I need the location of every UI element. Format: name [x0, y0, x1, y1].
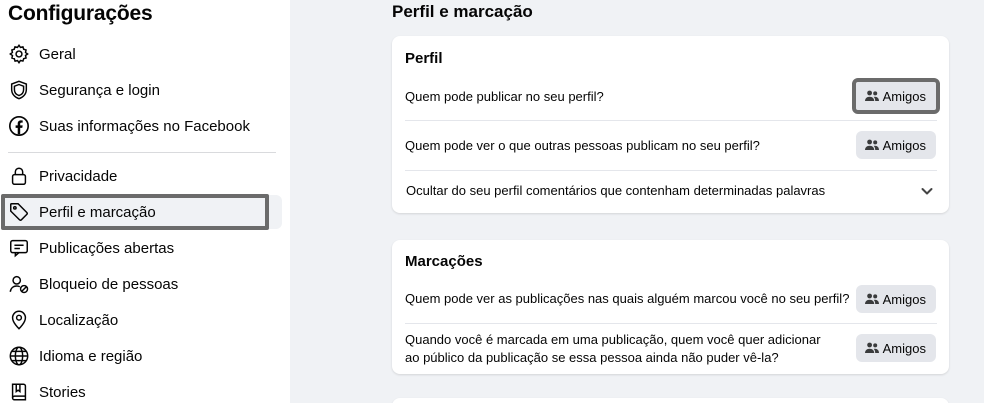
audience-button-label: Amigos [882, 88, 926, 104]
settings-sidebar: Configurações Geral Segurança e login Su… [0, 0, 290, 403]
audience-button[interactable]: Amigos [855, 285, 936, 313]
row-divider [405, 120, 937, 121]
sidebar-item-location[interactable]: Localização [4, 303, 282, 337]
setting-row-expandable[interactable]: Ocultar do seu perfil comentários que co… [406, 176, 938, 206]
row-divider [405, 323, 937, 324]
shield-icon [6, 77, 32, 103]
public-posts-icon [6, 235, 32, 261]
tag-icon [6, 199, 32, 225]
friends-icon [864, 340, 880, 356]
sidebar-item-label: Perfil e marcação [39, 203, 156, 221]
setting-question: Quem pode publicar no seu perfil? [405, 89, 604, 104]
audience-button[interactable]: Amigos [855, 334, 936, 362]
sidebar-item-general[interactable]: Geral [4, 37, 282, 71]
audience-button-label: Amigos [882, 137, 926, 153]
globe-icon [6, 343, 32, 369]
next-card [392, 398, 949, 403]
setting-question: Quem pode ver o que outras pessoas publi… [405, 138, 760, 153]
sidebar-item-label: Geral [39, 45, 76, 63]
sidebar-item-stories[interactable]: Stories [4, 375, 282, 403]
location-pin-icon [6, 307, 32, 333]
sidebar-title: Configurações [8, 2, 153, 25]
page-title: Perfil e marcação [392, 2, 533, 21]
setting-question: Quando você é marcada em uma publicação,… [405, 332, 821, 365]
sidebar-item-label: Privacidade [39, 167, 118, 185]
sidebar-item-security[interactable]: Segurança e login [4, 73, 282, 107]
sidebar-item-blocking[interactable]: Bloqueio de pessoas [4, 267, 282, 301]
card-title: Perfil [405, 50, 443, 67]
sidebar-item-language[interactable]: Idioma e região [4, 339, 282, 373]
sidebar-item-privacy[interactable]: Privacidade [4, 159, 282, 193]
block-person-icon [6, 271, 32, 297]
sidebar-item-profile-tagging[interactable]: Perfil e marcação [1, 194, 282, 230]
sidebar-item-your-info[interactable]: Suas informações no Facebook [4, 109, 282, 143]
sidebar-item-label: Publicações abertas [39, 239, 175, 257]
audience-button-label: Amigos [882, 340, 926, 356]
chevron-down-icon[interactable] [919, 183, 935, 199]
gear-icon [6, 41, 32, 67]
book-icon [6, 379, 32, 403]
sidebar-item-label: Idioma e região [39, 347, 143, 365]
profile-card: Perfil Quem pode publicar no seu perfil?… [392, 36, 949, 213]
friends-icon [864, 291, 880, 307]
sidebar-item-label: Suas informações no Facebook [39, 117, 250, 135]
card-title: Marcações [405, 253, 483, 270]
setting-question: Ocultar do seu perfil comentários que co… [406, 183, 826, 198]
audience-button[interactable]: Amigos [855, 131, 936, 159]
sidebar-divider [8, 152, 276, 153]
sidebar-item-label: Segurança e login [39, 81, 160, 99]
friends-icon [864, 137, 880, 153]
audience-button[interactable]: Amigos [851, 78, 941, 114]
sidebar-item-label: Localização [39, 311, 119, 329]
sidebar-item-label: Bloqueio de pessoas [39, 275, 179, 293]
setting-row: Quando você é marcada em uma publicação,… [405, 330, 835, 368]
facebook-icon [6, 113, 32, 139]
setting-question: Quem pode ver as publicações nas quais a… [405, 291, 850, 306]
tagging-card: Marcações Quem pode ver as publicações n… [392, 240, 949, 374]
sidebar-item-public-posts[interactable]: Publicações abertas [4, 231, 282, 265]
audience-button-label: Amigos [882, 291, 926, 307]
row-divider [405, 170, 937, 171]
lock-icon [6, 163, 32, 189]
sidebar-item-label: Stories [39, 383, 86, 401]
friends-icon [864, 88, 880, 104]
